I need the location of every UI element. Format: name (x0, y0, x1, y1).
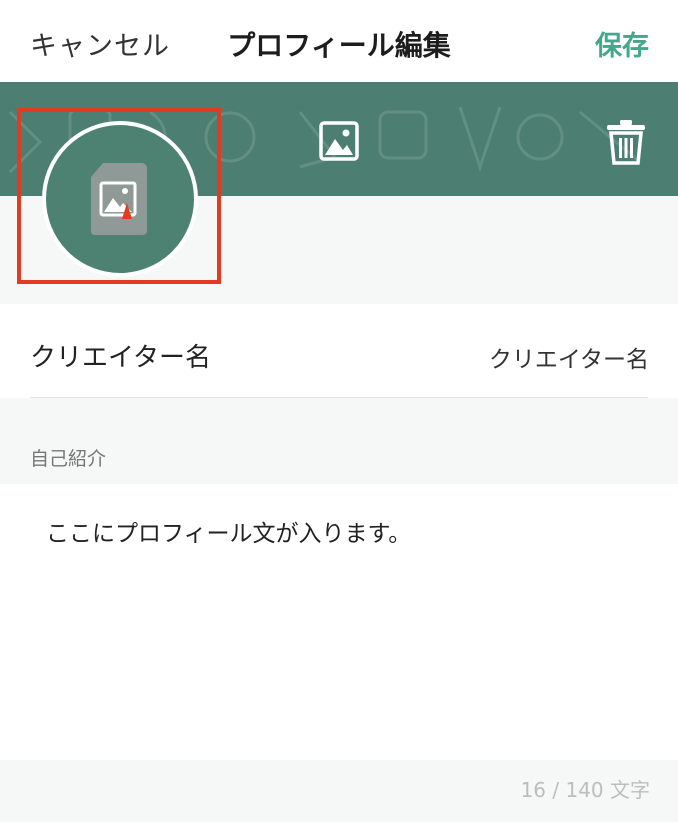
creator-name-label: クリエイター名 (30, 343, 211, 373)
save-button[interactable]: 保存 (595, 24, 649, 63)
character-count: 16 / 140 文字 (520, 778, 650, 802)
image-icon (319, 121, 359, 161)
creator-name-row[interactable]: クリエイター名 クリエイター名 (0, 304, 678, 398)
avatar-highlight-frame (17, 108, 221, 284)
bio-section-label: 自己紹介 (30, 448, 107, 470)
bio-footer: 16 / 140 文字 (0, 760, 678, 822)
bio-section-header: 自己紹介 (0, 398, 678, 484)
change-header-image-button[interactable] (318, 120, 360, 162)
delete-header-image-button[interactable] (605, 118, 647, 166)
creator-name-field[interactable]: クリエイター名 (489, 340, 649, 374)
page-title: プロフィール編集 (227, 29, 451, 62)
trash-icon (607, 120, 645, 165)
navigation-bar: キャンセル プロフィール編集 保存 (0, 0, 678, 82)
bio-textarea[interactable]: ここにプロフィール文が入ります。 (0, 484, 678, 760)
bio-text[interactable]: ここにプロフィール文が入ります。 (46, 514, 411, 548)
